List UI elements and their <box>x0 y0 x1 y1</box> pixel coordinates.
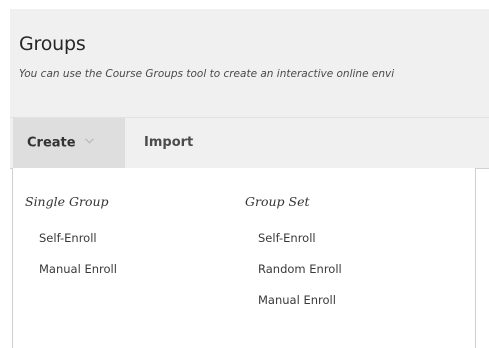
create-dropdown-menu: Single Group Self-Enroll Manual Enroll G… <box>12 168 476 348</box>
create-button[interactable]: Create <box>13 118 125 168</box>
single-group-self-enroll[interactable]: Self-Enroll <box>39 231 97 245</box>
page-description: You can use the Course Groups tool to cr… <box>19 68 395 80</box>
page-header: Groups You can use the Course Groups too… <box>10 9 489 118</box>
group-set-self-enroll[interactable]: Self-Enroll <box>258 231 316 245</box>
single-group-heading: Single Group <box>25 194 109 209</box>
create-label: Create <box>27 135 76 151</box>
action-bar: Create Import <box>10 118 489 169</box>
page-title: Groups <box>19 33 86 55</box>
group-set-random-enroll[interactable]: Random Enroll <box>258 262 342 276</box>
top-strip <box>0 0 489 9</box>
import-button[interactable]: Import <box>144 118 214 168</box>
chevron-down-icon <box>85 116 95 166</box>
group-set-heading: Group Set <box>245 194 310 209</box>
group-set-manual-enroll[interactable]: Manual Enroll <box>258 293 336 307</box>
single-group-manual-enroll[interactable]: Manual Enroll <box>39 262 117 276</box>
